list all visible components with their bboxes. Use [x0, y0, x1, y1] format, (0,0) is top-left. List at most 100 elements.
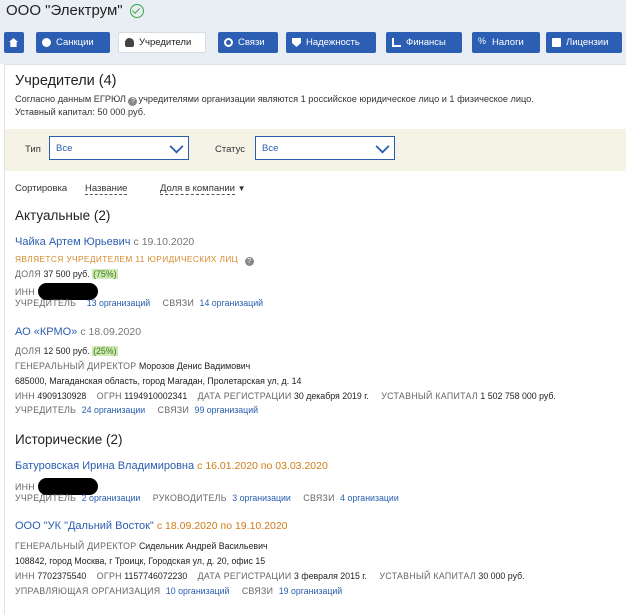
tab-label: Учредители	[139, 37, 192, 48]
founder-label: УЧРЕДИТЕЛЬ	[15, 493, 77, 503]
founders-heading: Учредители (4)	[15, 73, 117, 89]
tab-licenses[interactable]: Лицензии	[546, 32, 622, 53]
ogrn-value: 1157746072230	[124, 571, 188, 581]
company-title: ООО "Электрум"	[6, 2, 144, 19]
founder-period: с 16.01.2020 по 03.03.2020	[197, 460, 328, 472]
tab-label: Финансы	[406, 37, 446, 48]
head-label: РУКОВОДИТЕЛЬ	[152, 493, 227, 503]
intro-text-rest: учредителями организации являются 1 росс…	[138, 94, 534, 104]
inn-value: 4909130928	[37, 391, 87, 401]
share-percent: (75%)	[92, 269, 118, 279]
director-label: ГЕНЕРАЛЬНЫЙ ДИРЕКТОР	[15, 541, 137, 551]
type-filter-label: Тип	[25, 144, 41, 155]
tab-home[interactable]	[4, 32, 24, 53]
link-icon	[224, 38, 233, 47]
founder-entry-title: Чайка Артем Юрьевич с 19.10.2020	[15, 236, 194, 248]
status-filter-label: Статус	[215, 144, 246, 155]
type-select-value: Все	[56, 143, 73, 154]
help-icon[interactable]: ?	[128, 97, 138, 106]
authorized-capital: Уставный капитал: 50 000 руб.	[15, 107, 146, 117]
share-percent: (25%)	[92, 346, 118, 356]
sort-label: Сортировка	[15, 183, 68, 194]
address-row: 685000, Магаданская область, город Магад…	[15, 376, 302, 386]
globe-icon	[42, 38, 51, 47]
document-icon	[552, 38, 561, 47]
founder-orgs-link[interactable]: 24 организации	[82, 405, 146, 415]
tab-sanctions[interactable]: Санкции	[36, 32, 110, 53]
home-icon	[9, 38, 18, 47]
capital-value: 1 502 758 000 руб.	[480, 391, 556, 401]
help-icon[interactable]: ?	[244, 257, 254, 266]
links-label: СВЯЗИ	[157, 405, 190, 415]
tab-reliability[interactable]: Надежность	[286, 32, 376, 53]
header: ООО "Электрум" Санкции Учредители Связи …	[0, 0, 626, 64]
warning-text: ЯВЛЯЕТСЯ УЧРЕДИТЕЛЕМ 11 ЮРИДИЧЕСКИХ ЛИЦ	[15, 254, 239, 264]
reg-date-value: 30 декабря 2019 г.	[294, 391, 369, 401]
inn-value: 7702375540	[37, 571, 87, 581]
founder-name-link[interactable]: ООО "УК "Дальний Восток"	[15, 520, 154, 532]
share-label: ДОЛЯ	[15, 346, 42, 356]
tab-finance[interactable]: Финансы	[386, 32, 462, 53]
inn-label: ИНН	[15, 571, 35, 581]
founder-since: с 18.09.2020	[80, 326, 142, 338]
verified-check-icon	[129, 3, 144, 18]
mgmt-orgs-link[interactable]: 10 организаций	[166, 586, 230, 596]
tab-label: Связи	[238, 37, 265, 48]
tab-links[interactable]: Связи	[218, 32, 278, 53]
sort-by-share[interactable]: Доля в компании ▼	[160, 183, 246, 195]
address-row: 108842, город Москва, г Троицк, Городска…	[15, 556, 266, 566]
sort-by-name[interactable]: Название	[85, 183, 128, 195]
director-row: ГЕНЕРАЛЬНЫЙ ДИРЕКТОР Морозов Денис Вадим…	[15, 361, 250, 371]
ogrn-value: 1194910002341	[124, 391, 188, 401]
share-row: ДОЛЯ 12 500 руб. (25%)	[15, 346, 118, 356]
tab-founders[interactable]: Учредители	[118, 32, 206, 53]
tab-label: Санкции	[56, 37, 94, 48]
links-orgs-link[interactable]: 14 организаций	[200, 298, 264, 308]
founder-entry-title: Батуровская Ирина Владимировна с 16.01.2…	[15, 460, 328, 472]
reg-date-label: ДАТА РЕГИСТРАЦИИ	[197, 391, 292, 401]
founder-name-link[interactable]: Батуровская Ирина Владимировна	[15, 460, 194, 472]
tab-label: Лицензии	[566, 37, 609, 48]
founder-warning: ЯВЛЯЕТСЯ УЧРЕДИТЕЛЕМ 11 ЮРИДИЧЕСКИХ ЛИЦ …	[15, 254, 255, 266]
share-value: 37 500 руб.	[43, 269, 90, 279]
details-row: ИНН 7702375540 ОГРН 1157746072230 ДАТА Р…	[15, 571, 525, 581]
relations-row: УЧРЕДИТЕЛЬ 2 организации РУКОВОДИТЕЛЬ 3 …	[15, 493, 399, 503]
chevron-down-icon	[169, 139, 184, 154]
director-label: ГЕНЕРАЛЬНЫЙ ДИРЕКТОР	[15, 361, 137, 371]
tab-taxes[interactable]: Налоги	[472, 32, 540, 53]
capital-value: 30 000 руб.	[478, 571, 525, 581]
details-row: ИНН 4909130928 ОГРН 1194910002341 ДАТА Р…	[15, 391, 556, 401]
founder-name-link[interactable]: Чайка Артем Юрьевич	[15, 236, 130, 248]
sort-by-share-label: Доля в компании	[160, 183, 235, 195]
founder-label: УЧРЕДИТЕЛЬ	[15, 298, 77, 308]
founders-card: Учредители (4) Согласно данным ЕГРЮЛ ? уч…	[4, 64, 626, 614]
status-select[interactable]: Все	[255, 136, 395, 160]
links-label: СВЯЗИ	[303, 493, 335, 503]
type-select[interactable]: Все	[49, 136, 189, 160]
shield-icon	[292, 38, 301, 47]
relations-row: УЧРЕДИТЕЛЬ 24 организации СВЯЗИ 99 орган…	[15, 405, 258, 415]
founder-orgs-link[interactable]: 13 организаций	[87, 298, 151, 308]
founders-intro: Согласно данным ЕГРЮЛ ? учредителями орга…	[15, 93, 615, 119]
founder-orgs-link[interactable]: 2 организации	[82, 493, 141, 503]
tab-label: Налоги	[492, 37, 524, 48]
links-label: СВЯЗИ	[162, 298, 195, 308]
director-name: Морозов Денис Вадимович	[138, 361, 251, 371]
ogrn-label: ОГРН	[96, 571, 122, 581]
founder-name-link[interactable]: АО «КРМО»	[15, 326, 77, 338]
intro-text: Согласно данным ЕГРЮЛ	[15, 94, 126, 104]
historical-heading: Исторические (2)	[15, 432, 123, 447]
capital-label: УСТАВНЫЙ КАПИТАЛ	[381, 391, 478, 401]
relations-row: УПРАВЛЯЮЩАЯ ОРГАНИЗАЦИЯ 10 организаций С…	[15, 586, 342, 596]
founder-label: УЧРЕДИТЕЛЬ	[15, 405, 77, 415]
links-orgs-link[interactable]: 19 организаций	[279, 586, 343, 596]
links-orgs-link[interactable]: 4 организации	[340, 493, 399, 503]
inn-label: ИНН	[15, 482, 35, 492]
head-orgs-link[interactable]: 3 организации	[232, 493, 291, 503]
founder-entry-title: ООО "УК "Дальний Восток" с 18.09.2020 по…	[15, 520, 288, 532]
capital-label: УСТАВНЫЙ КАПИТАЛ	[379, 571, 476, 581]
users-icon	[125, 38, 134, 47]
links-orgs-link[interactable]: 99 организаций	[195, 405, 259, 415]
director-row: ГЕНЕРАЛЬНЫЙ ДИРЕКТОР Сидельник Андрей Ва…	[15, 541, 268, 551]
company-name: ООО "Электрум"	[6, 2, 123, 19]
